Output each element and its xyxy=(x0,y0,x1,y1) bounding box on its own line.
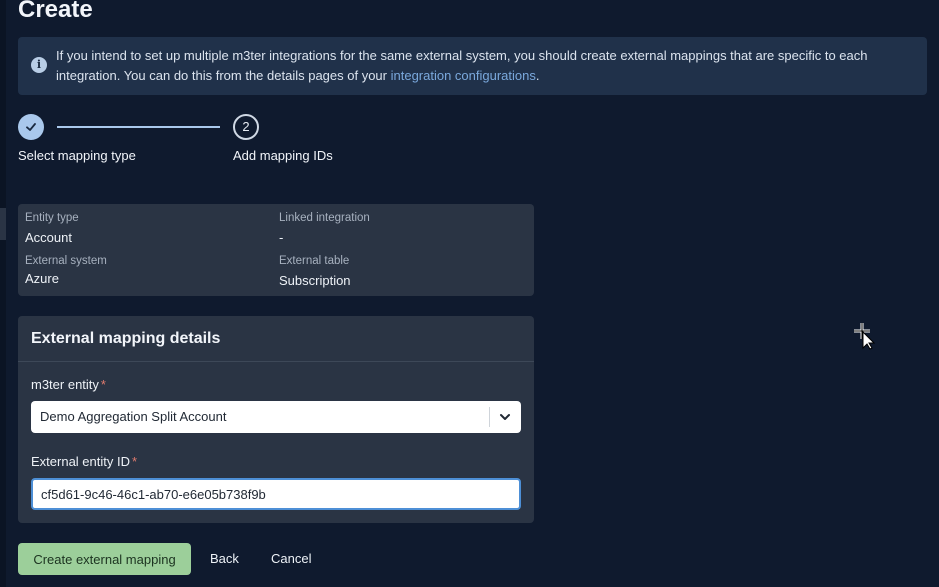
info-icon: i xyxy=(31,57,47,73)
external-entity-id-input[interactable] xyxy=(31,478,521,510)
mouse-cursor-icon xyxy=(854,323,875,350)
external-mapping-details-card: External mapping details m3ter entity * D… xyxy=(18,316,534,523)
page: Create i If you intend to set up multipl… xyxy=(0,0,939,587)
entity-type-value: Account xyxy=(25,230,72,245)
mapping-summary-card: Entity type Account Linked integration -… xyxy=(18,204,534,296)
linked-integration-value: - xyxy=(279,230,284,245)
external-system-value: Azure xyxy=(25,271,59,286)
external-table-label: External table xyxy=(279,255,350,267)
step-2-label: Add mapping IDs xyxy=(233,148,333,163)
required-marker: * xyxy=(132,454,138,469)
m3ter-entity-select[interactable]: Demo Aggregation Split Account xyxy=(31,401,521,433)
check-icon xyxy=(26,123,36,131)
m3ter-entity-selected-value: Demo Aggregation Split Account xyxy=(40,409,227,424)
step-2-indicator: 2 xyxy=(233,114,259,140)
chevron-down-icon[interactable] xyxy=(498,410,512,424)
external-entity-id-label: External entity ID * xyxy=(31,454,137,469)
external-entity-id-label-text: External entity ID xyxy=(31,454,130,469)
external-table-value: Subscription xyxy=(279,273,351,288)
step-connector xyxy=(57,126,220,128)
integration-configurations-link[interactable]: integration configurations xyxy=(391,68,536,83)
required-marker: * xyxy=(100,377,106,392)
step-1-indicator xyxy=(18,114,44,140)
info-text-end: . xyxy=(535,67,540,83)
cancel-button[interactable]: Cancel xyxy=(271,543,311,575)
page-title: Create xyxy=(18,0,93,23)
step-1-label: Select mapping type xyxy=(18,148,136,163)
back-button[interactable]: Back xyxy=(210,543,239,575)
entity-type-label: Entity type xyxy=(25,212,79,224)
create-external-mapping-button[interactable]: Create external mapping xyxy=(18,543,191,575)
details-title: External mapping details xyxy=(18,316,534,362)
select-divider xyxy=(489,407,490,427)
info-banner: i If you intend to set up multiple m3ter… xyxy=(18,37,927,95)
m3ter-entity-label-text: m3ter entity xyxy=(31,377,99,392)
m3ter-entity-label: m3ter entity * xyxy=(31,377,106,392)
left-edge xyxy=(0,0,6,587)
left-edge-mark xyxy=(0,208,6,240)
linked-integration-label: Linked integration xyxy=(279,212,370,224)
external-system-label: External system xyxy=(25,255,107,267)
stepper: 2 Select mapping type Add mapping IDs xyxy=(18,114,358,166)
